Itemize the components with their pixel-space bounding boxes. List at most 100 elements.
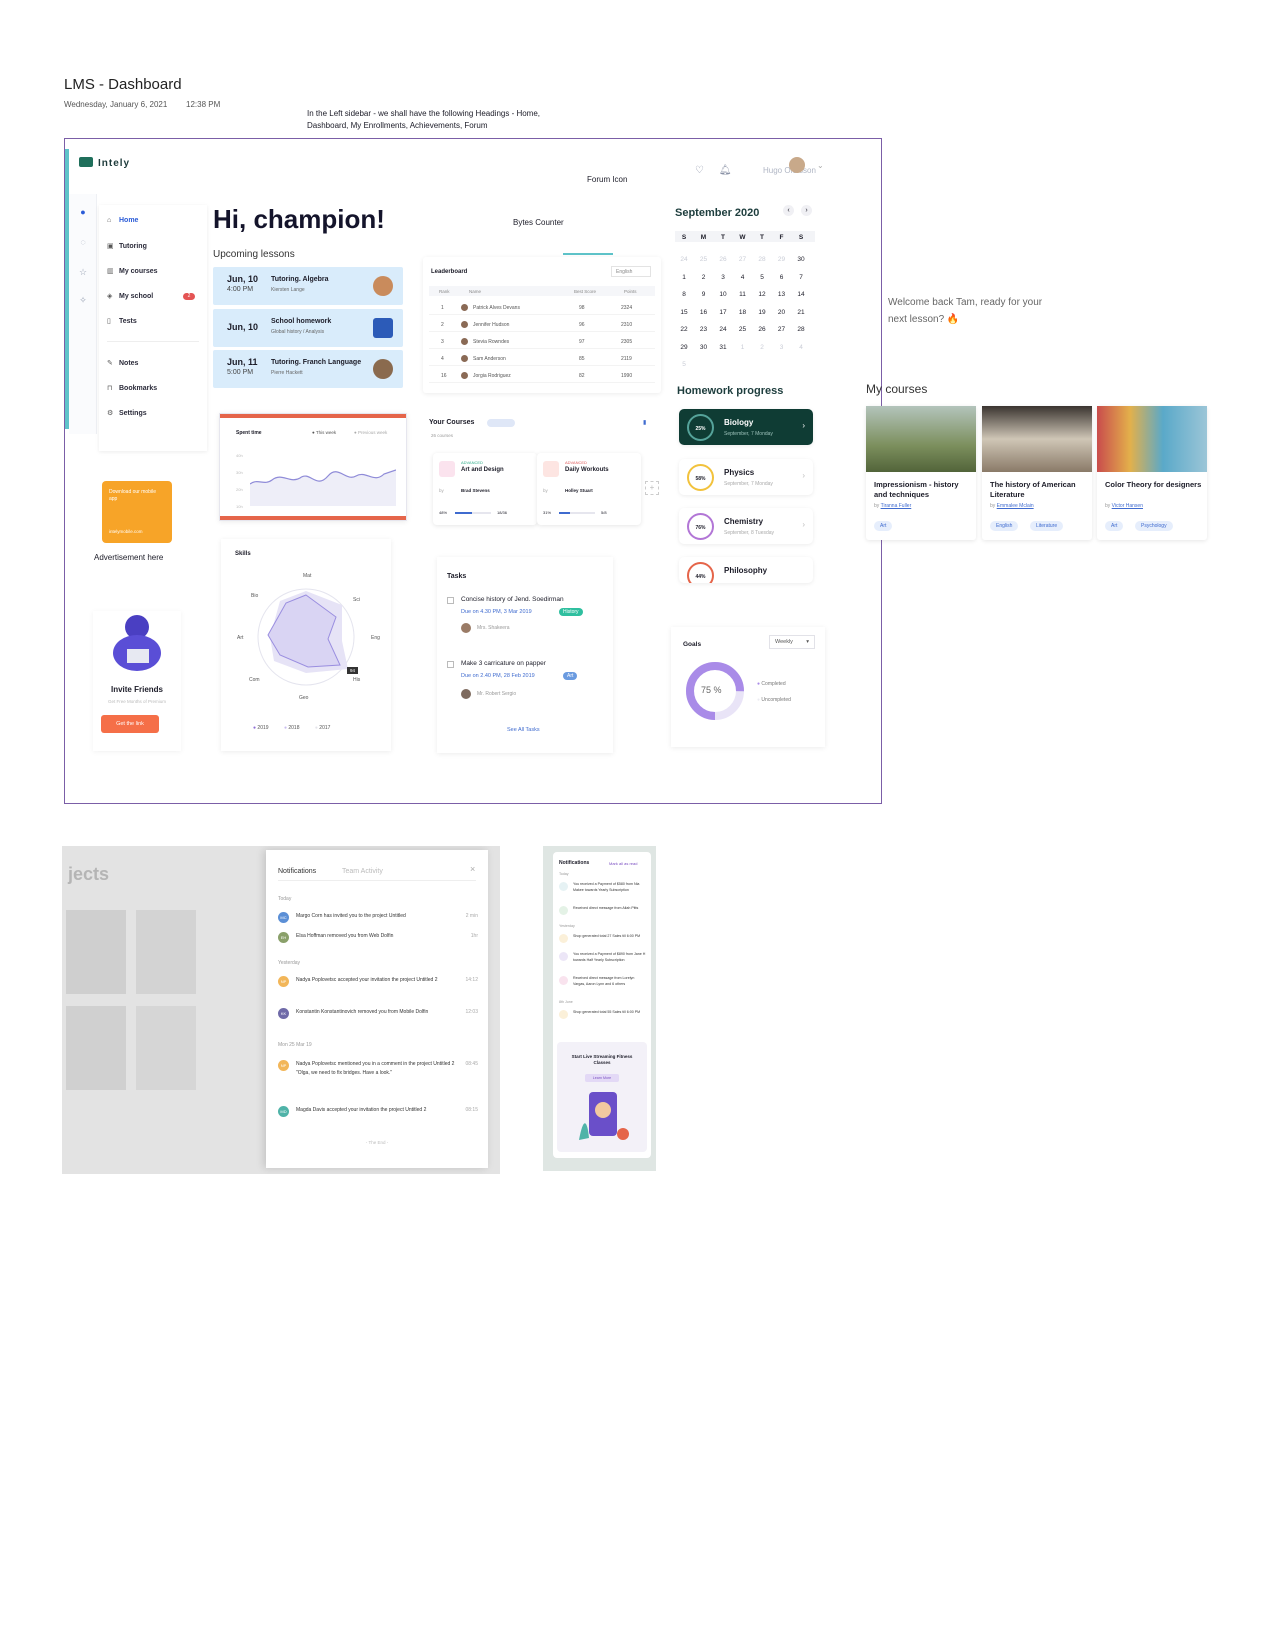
- course-card[interactable]: ADVANCED Daily Workouts by Holley Stuart…: [537, 453, 641, 525]
- course-card[interactable]: ADVANCED Art and Design by Brad Stevens …: [433, 453, 537, 525]
- calendar-day[interactable]: 24: [675, 253, 693, 266]
- leaderboard-row[interactable]: 1 Patrick Alves Devans 98 2324: [429, 301, 655, 315]
- calendar-day[interactable]: 24: [714, 323, 732, 336]
- bookmark-icon[interactable]: ▮: [643, 419, 646, 426]
- lesson-card[interactable]: Jun, 11 5:00 PM Tutoring. Franch Languag…: [213, 350, 403, 388]
- homework-card[interactable]: 58% Physics September, 7 Monday ›: [679, 459, 813, 495]
- calendar-day[interactable]: 3: [714, 271, 732, 284]
- sidebar-item-my-courses[interactable]: ▥ My courses: [107, 267, 158, 275]
- calendar-day[interactable]: 4: [734, 271, 752, 284]
- homework-card[interactable]: 76% Chemistry September, 8 Tuesday ›: [679, 508, 813, 544]
- course-tag[interactable]: Art: [1105, 521, 1124, 531]
- calendar-day[interactable]: 8: [675, 288, 693, 301]
- lesson-card[interactable]: Jun, 10 School homework Global history /…: [213, 309, 403, 347]
- calendar-day[interactable]: 2: [753, 341, 771, 354]
- star-icon[interactable]: ☆: [75, 264, 91, 280]
- sidebar-item-bookmarks[interactable]: ⊓ Bookmarks: [107, 384, 157, 392]
- course-card[interactable]: Color Theory for designers by Victor Han…: [1097, 406, 1207, 540]
- learn-more-button[interactable]: Learn More: [585, 1074, 619, 1082]
- calendar-day[interactable]: 27: [734, 253, 752, 266]
- calendar-day[interactable]: 23: [695, 323, 713, 336]
- calendar-day[interactable]: 19: [753, 306, 771, 319]
- calendar-day[interactable]: 28: [753, 253, 771, 266]
- period-select[interactable]: Weekly ▾: [769, 635, 815, 649]
- mark-all-read-link[interactable]: Mark all as read: [609, 861, 637, 866]
- heart-icon[interactable]: ♡: [695, 165, 704, 176]
- bell-icon[interactable]: 🔔︎: [719, 165, 732, 176]
- app-logo[interactable]: Intely: [79, 157, 130, 169]
- calendar-day[interactable]: 3: [773, 341, 791, 354]
- calendar-day[interactable]: 13: [773, 288, 791, 301]
- sidebar-item-tutoring[interactable]: ▣ Tutoring: [107, 242, 147, 250]
- add-course-button[interactable]: +: [645, 481, 659, 495]
- prev-month-button[interactable]: ‹: [783, 205, 794, 216]
- task-checkbox[interactable]: [447, 597, 454, 604]
- course-card[interactable]: The history of American Literature by Em…: [982, 406, 1092, 540]
- calendar-day[interactable]: 20: [773, 306, 791, 319]
- see-all-tasks-link[interactable]: See All Tasks: [507, 727, 540, 733]
- calendar-day[interactable]: 10: [714, 288, 732, 301]
- chat-icon[interactable]: ◌: [75, 234, 91, 250]
- calendar-day[interactable]: 7: [792, 271, 810, 284]
- course-tag[interactable]: Psychology: [1135, 521, 1173, 531]
- calendar-day[interactable]: 28: [792, 323, 810, 336]
- homework-card[interactable]: 25% Biology September, 7 Monday ›: [679, 409, 813, 445]
- calendar-day[interactable]: 6: [773, 271, 791, 284]
- next-month-button[interactable]: ›: [801, 205, 812, 216]
- calendar-day[interactable]: 29: [675, 341, 693, 354]
- calendar-day[interactable]: 4: [792, 341, 810, 354]
- leaderboard-row[interactable]: 4 Sam Anderson 85 2119: [429, 352, 655, 366]
- calendar-day[interactable]: 26: [753, 323, 771, 336]
- leaderboard-row[interactable]: 3 Stevia Rowndes 97 2305: [429, 335, 655, 349]
- course-author[interactable]: Tiranna Fuller: [881, 503, 912, 509]
- calendar-day[interactable]: 18: [734, 306, 752, 319]
- calendar-day[interactable]: 5: [753, 271, 771, 284]
- sidebar-item-home[interactable]: ⌂ Home: [107, 217, 138, 224]
- calendar-day[interactable]: 27: [773, 323, 791, 336]
- leaderboard-row[interactable]: 2 Jennifer Hudson 96 2310: [429, 318, 655, 332]
- calendar-day[interactable]: 11: [734, 288, 752, 301]
- calendar-day[interactable]: 29: [773, 253, 791, 266]
- calendar-day[interactable]: 21: [792, 306, 810, 319]
- sidebar-item-tests[interactable]: ▯ Tests: [107, 317, 137, 325]
- course-card[interactable]: Impressionism - history and techniques b…: [866, 406, 976, 540]
- calendar-day[interactable]: 15: [675, 306, 693, 319]
- calendar-day[interactable]: 9: [695, 288, 713, 301]
- calendar-day[interactable]: 1: [734, 341, 752, 354]
- tab-notifications[interactable]: Notifications: [278, 868, 316, 875]
- course-tag[interactable]: Literature: [1030, 521, 1064, 531]
- calendar-day[interactable]: 17: [714, 306, 732, 319]
- calendar-day[interactable]: 1: [675, 271, 693, 284]
- leaderboard-row[interactable]: 16 Jorgia Rodriguez 82 1990: [429, 369, 655, 383]
- language-select[interactable]: English: [611, 266, 651, 277]
- cap-icon[interactable]: ●: [75, 204, 91, 220]
- sidebar-item-my-school[interactable]: ◈ My school: [107, 292, 153, 300]
- calendar-day[interactable]: 12: [753, 288, 771, 301]
- homework-card[interactable]: 44% Philosophy: [679, 557, 813, 583]
- calendar-day[interactable]: 30: [695, 341, 713, 354]
- calendar-day[interactable]: 26: [714, 253, 732, 266]
- calendar-day[interactable]: 25: [695, 253, 713, 266]
- tab-team-activity[interactable]: Team Activity: [342, 868, 383, 875]
- sparkle-icon[interactable]: ✧: [75, 292, 91, 308]
- course-author[interactable]: Emmalee Mclain: [997, 503, 1034, 509]
- calendar-day[interactable]: 16: [695, 306, 713, 319]
- calendar-day[interactable]: 2: [695, 271, 713, 284]
- avatar[interactable]: [789, 157, 805, 173]
- course-author[interactable]: Victor Hansen: [1112, 503, 1143, 509]
- calendar-day[interactable]: 5: [675, 358, 693, 371]
- course-tag[interactable]: English: [990, 521, 1019, 531]
- lesson-card[interactable]: Jun, 10 4:00 PM Tutoring. Algebra Kierst…: [213, 267, 403, 305]
- course-tag[interactable]: Art: [874, 521, 893, 531]
- sidebar-item-settings[interactable]: ⚙ Settings: [107, 409, 147, 417]
- sidebar-item-notes[interactable]: ✎ Notes: [107, 359, 138, 367]
- task-checkbox[interactable]: [447, 661, 454, 668]
- calendar-day[interactable]: 14: [792, 288, 810, 301]
- close-icon[interactable]: ×: [470, 864, 475, 874]
- get-link-button[interactable]: Get the link: [101, 715, 159, 733]
- calendar-day[interactable]: 25: [734, 323, 752, 336]
- calendar-day[interactable]: 30: [792, 253, 810, 266]
- calendar-day[interactable]: 31: [714, 341, 732, 354]
- calendar-day[interactable]: 22: [675, 323, 693, 336]
- app-download-ad[interactable]: Download our mobile app intelymobile.com: [102, 481, 172, 543]
